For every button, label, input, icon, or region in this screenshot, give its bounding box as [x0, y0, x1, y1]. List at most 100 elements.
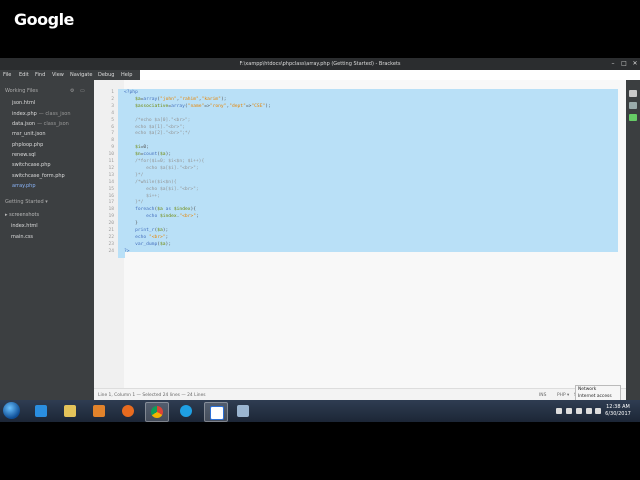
project-title[interactable]: Getting Started ▾ — [5, 199, 48, 205]
start-button[interactable] — [3, 402, 20, 419]
working-file[interactable]: switchcase_form.php — [12, 173, 67, 179]
line-number: 4 — [111, 110, 114, 116]
close-button[interactable]: ✕ — [630, 60, 640, 68]
working-file[interactable]: data.json — class_json — [12, 121, 69, 127]
live-preview-icon[interactable] — [629, 90, 637, 97]
taskbar-brackets[interactable] — [204, 402, 228, 422]
taskbar — [0, 400, 640, 422]
sidebar: Working Files ⚙ ▭ json.html index.php — c… — [0, 80, 94, 400]
taskbar-chrome[interactable] — [145, 402, 169, 422]
project-file[interactable]: index.html — [11, 223, 38, 229]
menu-edit[interactable]: Edit — [19, 72, 29, 78]
menu-find[interactable]: Find — [35, 72, 45, 78]
working-file-active[interactable]: array.php — [12, 183, 38, 189]
taskbar-explorer[interactable] — [59, 402, 81, 420]
project-folder[interactable]: ▸ screenshots — [5, 212, 39, 218]
cursor-position: Line 1, Column 1 — Selected 24 lines — 2… — [98, 393, 206, 398]
working-file[interactable]: phploop.php — [12, 142, 45, 148]
chrome-icon — [151, 406, 163, 418]
title-bar: F:\xampp\htdocs\phpclass\array.php (Gett… — [0, 58, 640, 70]
code-text: echo "<br>"; — [135, 234, 169, 240]
menu-bar: File Edit Find View Navigate Debug Help — [0, 70, 140, 80]
line-number: 21 — [108, 228, 114, 233]
line-number: 10 — [108, 152, 114, 158]
tray-display-icon[interactable] — [576, 408, 582, 414]
working-files-title: Working Files — [5, 88, 38, 94]
firefox-icon — [122, 405, 134, 417]
line-number: 13 — [108, 172, 114, 178]
code-text: <?php — [124, 90, 138, 95]
video-letterbox — [0, 422, 640, 480]
menu-help[interactable]: Help — [121, 72, 132, 78]
tray-flag-icon[interactable] — [566, 408, 572, 414]
line-number: 1 — [111, 90, 114, 95]
code-text: /*while($i<$n){ — [124, 179, 177, 185]
menu-file[interactable]: File — [3, 72, 11, 78]
window-title: F:\xampp\htdocs\phpclass\array.php (Gett… — [239, 61, 401, 67]
code-text: echo $a[$i]."<br>"; — [124, 165, 199, 171]
tray-expand-icon[interactable] — [556, 408, 562, 414]
code-text: }*/ — [124, 172, 144, 178]
insert-mode[interactable]: INS — [539, 393, 546, 398]
taskbar-skype[interactable] — [175, 402, 197, 420]
google-logo: Google — [14, 10, 74, 29]
line-number: 3 — [111, 103, 114, 109]
clock-date: 6/30/2017 — [605, 411, 631, 417]
code-text: $a=array("john","rahim","karim"); — [135, 96, 227, 102]
network-tooltip: Network Internet access — [575, 385, 621, 401]
line-number: 24 — [108, 248, 114, 254]
brackets-icon — [210, 406, 224, 420]
language-selector[interactable]: PHP ▾ — [557, 393, 569, 398]
clock-time: 12:38 AM — [606, 404, 630, 410]
line-number: 11 — [108, 159, 114, 164]
menu-debug[interactable]: Debug — [98, 72, 114, 78]
code-text: $n=count($a); — [135, 152, 172, 158]
tooltip-line2: Internet access — [578, 394, 612, 399]
media-player-icon — [93, 405, 105, 417]
line-number: 2 — [111, 96, 114, 102]
line-number: 22 — [108, 234, 114, 240]
maximize-button[interactable]: □ — [619, 60, 629, 68]
code-text: print_r($a); — [135, 228, 169, 233]
code-text: /*echo $a[0]."<br>"; — [124, 117, 191, 123]
gear-icon[interactable]: ⚙ — [70, 88, 76, 94]
line-number: 5 — [111, 117, 114, 123]
volume-icon[interactable] — [595, 408, 601, 414]
taskbar-app[interactable] — [232, 402, 254, 420]
working-file[interactable]: switchcase.php — [12, 162, 53, 168]
split-view-icon[interactable]: ▭ — [80, 88, 86, 94]
network-icon[interactable] — [586, 408, 592, 414]
clock[interactable]: 12:38 AM 6/30/2017 — [603, 404, 633, 418]
minimize-button[interactable]: – — [608, 60, 618, 68]
line-number: 20 — [108, 221, 114, 227]
line-number: 14 — [108, 179, 114, 185]
working-file[interactable]: renew.sql — [12, 152, 38, 158]
code-text: $associative=array("name"=>"rony","dept"… — [135, 103, 271, 109]
code-text: echo $a[2]."<br>";*/ — [124, 131, 191, 137]
extension-icon[interactable] — [629, 114, 637, 121]
code-text: /*for($i=0; $i<$n; $i++){ — [124, 159, 205, 164]
menu-navigate[interactable]: Navigate — [70, 72, 92, 78]
line-number: 15 — [108, 186, 114, 192]
taskbar-media-player[interactable] — [88, 402, 110, 420]
skype-icon — [180, 405, 192, 417]
working-file[interactable]: index.php — class_json — [12, 111, 71, 117]
project-file[interactable]: main.css — [11, 234, 33, 240]
line-number: 23 — [108, 241, 114, 247]
code-editor[interactable]: 1 <?php 2 $a=array("john","rahim","karim")… — [94, 80, 626, 388]
code-text: var_dump($a); — [135, 241, 172, 247]
working-file[interactable]: json.html — [12, 100, 37, 106]
menu-view[interactable]: View — [52, 72, 64, 78]
code-text: } — [124, 221, 138, 227]
code-text: ?> — [124, 248, 130, 254]
brackets-window: F:\xampp\htdocs\phpclass\array.php (Gett… — [0, 58, 640, 401]
extension-manager-icon[interactable] — [629, 102, 637, 109]
tooltip-line1: Network — [578, 387, 597, 392]
taskbar-ie[interactable] — [30, 402, 52, 420]
right-toolbar — [626, 80, 640, 400]
internet-explorer-icon — [35, 405, 47, 417]
app-icon — [237, 405, 249, 417]
taskbar-firefox[interactable] — [117, 402, 139, 420]
code-text: echo $a[$i]."<br>"; — [124, 186, 199, 192]
working-file[interactable]: msr_unit.json — [12, 131, 48, 137]
